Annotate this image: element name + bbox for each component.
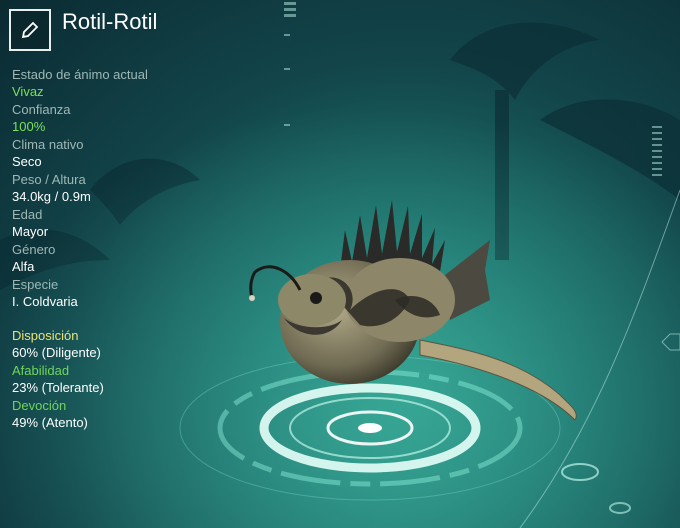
stat-value: 34.0kg / 0.9m <box>12 189 91 204</box>
personality-value: 23% (Tolerante) <box>12 380 104 395</box>
personality-value: 49% (Atento) <box>12 415 88 430</box>
edit-name-button[interactable] <box>9 9 51 51</box>
stat-species: Especie I. Coldvaria <box>12 276 242 311</box>
personality-disposition: Disposición 60% (Diligente) <box>12 327 242 362</box>
stat-label: Especie <box>12 277 59 292</box>
creature-header: Rotil-Rotil <box>9 9 157 51</box>
stat-age: Edad Mayor <box>12 206 242 241</box>
stat-label: Género <box>12 242 56 257</box>
stat-value: I. Coldvaria <box>12 294 78 309</box>
stat-mood: Estado de ánimo actual Vivaz <box>12 66 242 101</box>
personality-value: 60% (Diligente) <box>12 345 101 360</box>
stat-value: Vivaz <box>12 84 44 99</box>
stat-label: Peso / Altura <box>12 172 86 187</box>
stat-value: Seco <box>12 154 42 169</box>
personality-affability: Afabilidad 23% (Tolerante) <box>12 362 242 397</box>
stat-gender: Género Alfa <box>12 241 242 276</box>
stats-panel: Estado de ánimo actual Vivaz Confianza 1… <box>12 66 242 432</box>
stat-climate: Clima nativo Seco <box>12 136 242 171</box>
personality-label: Disposición <box>12 328 79 343</box>
stat-label: Edad <box>12 207 43 222</box>
personality-label: Devoción <box>12 398 67 413</box>
stat-value: Alfa <box>12 259 35 274</box>
stat-value: 100% <box>12 119 46 134</box>
pencil-icon <box>21 21 39 39</box>
personality-devotion: Devoción 49% (Atento) <box>12 397 242 432</box>
stat-label: Clima nativo <box>12 137 84 152</box>
personality-label: Afabilidad <box>12 363 70 378</box>
creature-name: Rotil-Rotil <box>62 9 158 34</box>
stat-label: Estado de ánimo actual <box>12 67 148 82</box>
stat-value: Mayor <box>12 224 49 239</box>
stat-label: Confianza <box>12 102 71 117</box>
stat-confidence: Confianza 100% <box>12 101 242 136</box>
stat-weight-height: Peso / Altura 34.0kg / 0.9m <box>12 171 242 206</box>
